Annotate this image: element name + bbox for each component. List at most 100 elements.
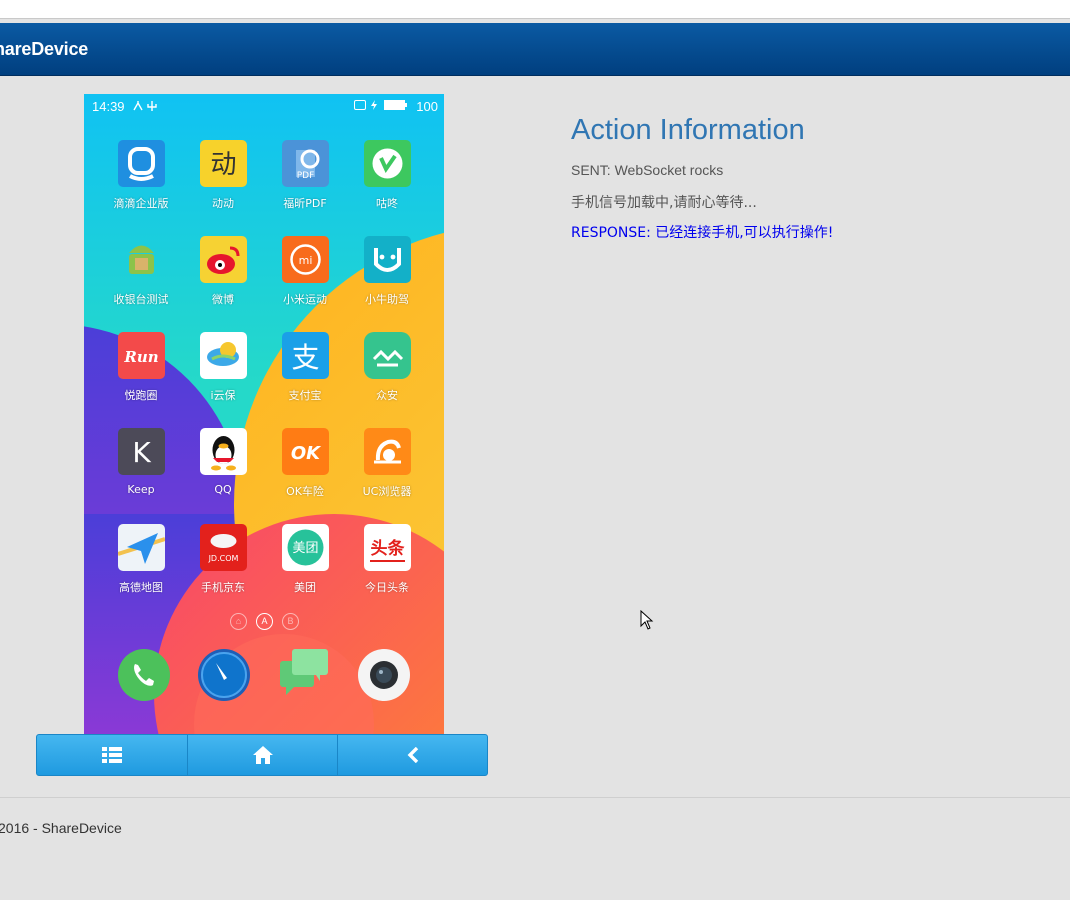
jd-icon: JD.COM [199,524,247,571]
app-label: 福昕PDF [283,197,327,210]
camera-icon[interactable] [356,647,412,703]
app-label: 手机京东 [201,581,245,594]
app-didi[interactable]: 滴滴企业版 [100,140,182,211]
keep-icon: K [117,428,165,475]
amap-icon [117,524,165,571]
app-glyph: 动 [210,150,236,180]
footer-divider [0,797,1070,798]
svg-text:PDF: PDF [296,171,314,181]
home-icon [253,746,273,764]
page-dot-b[interactable]: B [282,613,299,630]
qq-icon [199,428,247,475]
app-label: 小牛助驾 [365,293,409,306]
dongdong-icon: 动 [199,140,247,187]
joyrun-icon: Run [117,332,165,379]
xiaoniu-icon [363,236,411,283]
app-label: 动动 [212,197,234,210]
list-icon [102,747,122,763]
svg-text:美团: 美团 [292,541,318,556]
status-time: 14:39 [92,99,125,114]
response-message: RESPONSE: 已经连接手机,可以执行操作! [571,225,834,241]
app-label: 微博 [212,293,234,306]
status-bar: 14:39 100 [84,94,444,118]
app-label: OK车险 [286,485,324,498]
mi-fit-icon: mi [281,236,329,283]
phone-icon[interactable] [116,647,172,703]
app-label: UC浏览器 [362,485,412,498]
app-foxit-pdf[interactable]: PDF 福昕PDF [264,140,346,211]
svg-text:K: K [132,436,151,469]
codoon-icon [363,140,411,187]
app-icloud-bao[interactable]: i云保 [182,332,264,403]
app-xiaoniu[interactable]: 小牛助驾 [346,236,428,307]
brand-title[interactable]: hareDevice [0,39,88,60]
alipay-icon: 支 [281,332,329,379]
app-keep[interactable]: K Keep [100,428,182,496]
app-qq[interactable]: QQ [182,428,264,496]
battery-level: 100 [416,99,438,114]
app-label: 咕咚 [376,197,398,210]
sent-message: SENT: WebSocket rocks [571,162,724,178]
icloud-bao-icon [199,332,247,379]
svg-text:头条: 头条 [370,538,405,559]
foxit-pdf-icon: PDF [281,140,329,187]
app-zhongan[interactable]: 众安 [346,332,428,403]
app-alipay[interactable]: 支支付宝 [264,332,346,403]
app-dongdong[interactable]: 动动动 [182,140,264,211]
app-toutiao[interactable]: 头条 今日头条 [346,524,428,595]
zhongan-icon [363,332,411,379]
app-label: 高德地图 [119,581,163,594]
svg-text:mi: mi [298,254,312,267]
loading-message: 手机信号加载中,请耐心等待... [571,195,757,211]
app-weibo[interactable]: 微博 [182,236,264,307]
app-label: 今日头条 [365,581,409,594]
app-ok-insurance[interactable]: OK OK车险 [264,428,346,499]
app-label: 美团 [294,581,316,594]
app-label: 众安 [376,389,398,402]
app-label: 悦跑圈 [124,389,158,402]
didi-icon [117,140,165,187]
svg-text:Run: Run [123,348,158,366]
navbar: hareDevice [0,23,1070,76]
footer-text: 2016 - ShareDevice [0,820,122,836]
page-dot-home[interactable]: ⌂ [230,613,247,630]
app-joyrun[interactable]: Run 悦跑圈 [100,332,182,403]
app-label: 小米运动 [283,293,327,306]
messages-icon[interactable] [276,647,332,703]
toutiao-icon: 头条 [363,524,411,571]
usb-icon [132,100,162,115]
app-mi-fit[interactable]: mi 小米运动 [264,236,346,307]
browser-top-strip [0,0,1070,19]
compass-icon[interactable] [196,647,252,703]
svg-text:支: 支 [291,341,319,374]
app-label: i云保 [210,389,236,402]
app-label: Keep [127,483,155,496]
weibo-icon [199,236,247,283]
android-icon [128,245,154,274]
chevron-left-icon [407,747,419,763]
battery-icon [354,99,410,114]
svg-text:JD.COM: JD.COM [207,554,238,563]
app-label: 收银台测试 [113,293,169,306]
back-button[interactable] [337,735,487,775]
phone-screen[interactable]: 14:39 100 滴滴企业版动动动 PDF 福昕PDF 咕咚 收银台测试 微博 mi 小米运… [84,94,444,734]
uc-browser-icon [363,428,411,475]
svg-text:OK: OK [290,443,321,464]
action-info-title: Action Information [571,114,805,146]
app-label: QQ [214,483,232,496]
page-dot-a[interactable]: A [256,613,273,630]
mouse-cursor-icon [640,610,654,630]
ok-insurance-icon: OK [281,428,329,475]
app-label: 支付宝 [288,389,322,402]
home-button[interactable] [187,735,338,775]
app-amap[interactable]: 高德地图 [100,524,182,595]
app-codoon[interactable]: 咕咚 [346,140,428,211]
app-android[interactable]: 收银台测试 [100,236,182,307]
app-jd[interactable]: JD.COM 手机京东 [182,524,264,595]
app-label: 滴滴企业版 [113,197,169,210]
menu-button[interactable] [37,735,187,775]
app-meituan[interactable]: 美团 美团 [264,524,346,595]
meituan-icon: 美团 [281,524,329,571]
control-bar [36,734,488,776]
app-uc-browser[interactable]: UC浏览器 [346,428,428,499]
